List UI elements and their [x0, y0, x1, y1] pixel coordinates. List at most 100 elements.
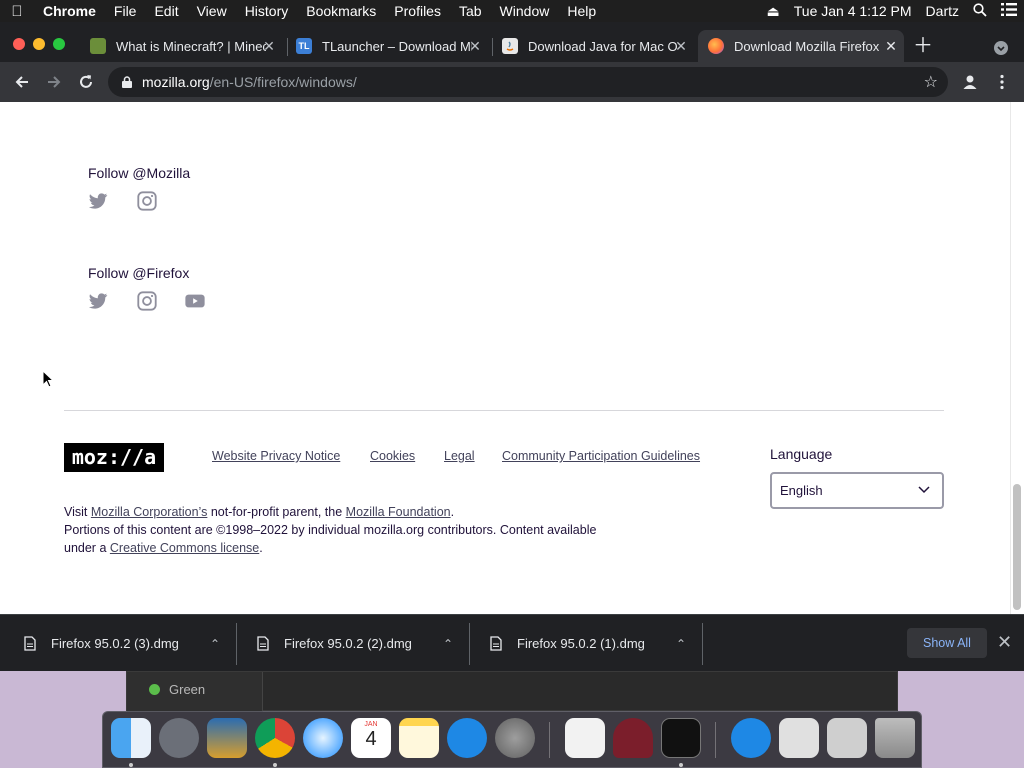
instagram-icon[interactable] [136, 190, 158, 212]
close-icon[interactable]: ✕ [260, 37, 278, 55]
bookmark-star-icon[interactable]: ☆ [924, 72, 938, 92]
chrome-menu-icon[interactable] [990, 70, 1014, 94]
chevron-up-icon[interactable]: ⌃ [210, 637, 220, 651]
system-preferences-icon[interactable] [495, 718, 535, 758]
creative-commons-link[interactable]: Creative Commons license [110, 541, 259, 555]
close-window-button[interactable] [13, 38, 25, 50]
safari-icon[interactable] [303, 718, 343, 758]
applications-folder-icon[interactable] [731, 718, 771, 758]
profile-avatar-icon[interactable] [958, 70, 982, 94]
download-separator [702, 623, 703, 665]
lock-icon[interactable] [122, 76, 132, 88]
twitter-icon[interactable] [87, 290, 109, 312]
documents-stack-icon[interactable] [827, 718, 867, 758]
new-tab-button[interactable]: ＋ [913, 36, 933, 56]
downloads-stack-icon[interactable] [779, 718, 819, 758]
tlauncher-icon: TL [296, 38, 312, 54]
chevron-down-icon [918, 486, 930, 494]
tab-minecraft[interactable]: What is Minecraft? | Minec ✕ [82, 30, 282, 62]
close-icon[interactable]: ✕ [882, 37, 900, 55]
download-item[interactable]: Firefox 95.0.2 (2).dmg ⌃ [257, 615, 453, 672]
calendar-icon[interactable]: JAN 4 [351, 718, 391, 758]
file-icon [24, 636, 36, 651]
close-icon[interactable]: ✕ [466, 37, 484, 55]
terminal-icon[interactable] [661, 718, 701, 758]
minimize-window-button[interactable] [33, 38, 45, 50]
menu-view[interactable]: View [188, 0, 236, 22]
photos-app-icon[interactable] [207, 718, 247, 758]
menubar-user[interactable]: Dartz [919, 3, 966, 19]
mozilla-logo[interactable]: moz://a [64, 443, 164, 472]
textedit-icon[interactable] [565, 718, 605, 758]
page-scrollbar[interactable] [1010, 102, 1024, 614]
download-shelf: Firefox 95.0.2 (3).dmg ⌃ Firefox 95.0.2 … [0, 614, 1024, 671]
instagram-icon[interactable] [136, 290, 158, 312]
footer-link-legal[interactable]: Legal [444, 449, 475, 463]
mozilla-foundation-link[interactable]: Mozilla Foundation [346, 505, 451, 519]
wine-icon[interactable] [613, 718, 653, 758]
legal-line-2: Portions of this content are ©1998–2022 … [64, 523, 597, 537]
tab-title: What is Minecraft? | Minec [116, 38, 266, 54]
chevron-up-icon[interactable]: ⌃ [676, 637, 686, 651]
download-separator [469, 623, 470, 665]
download-filename: Firefox 95.0.2 (2).dmg [284, 636, 412, 651]
apple-menu-icon[interactable]:  [0, 3, 34, 20]
footer-link-cookies[interactable]: Cookies [370, 449, 415, 463]
mozilla-corporation-link[interactable]: Mozilla Corporation’s [91, 505, 208, 519]
menu-history[interactable]: History [236, 0, 298, 22]
tab-title: Download Java for Mac OS [528, 38, 678, 54]
chevron-up-icon[interactable]: ⌃ [443, 637, 453, 651]
menu-profiles[interactable]: Profiles [385, 0, 450, 22]
legal-text: . [259, 541, 263, 555]
launchpad-icon[interactable] [159, 718, 199, 758]
menubar-clock[interactable]: Tue Jan 4 1:12 PM [787, 3, 919, 19]
footer-link-community-guidelines[interactable]: Community Participation Guidelines [502, 449, 700, 463]
download-item[interactable]: Firefox 95.0.2 (1).dmg ⌃ [490, 615, 686, 672]
twitter-icon[interactable] [87, 190, 109, 212]
spotlight-search-icon[interactable] [966, 2, 994, 20]
download-filename: Firefox 95.0.2 (3).dmg [51, 636, 179, 651]
menu-app-name[interactable]: Chrome [34, 0, 105, 22]
background-window[interactable]: Green [126, 671, 898, 712]
close-icon[interactable]: ✕ [672, 37, 690, 55]
menu-tab[interactable]: Tab [450, 0, 491, 22]
tab-java[interactable]: Download Java for Mac OS ✕ [494, 30, 694, 62]
address-bar[interactable]: mozilla.org/en-US/firefox/windows/ ☆ [108, 67, 948, 97]
chrome-icon[interactable] [255, 718, 295, 758]
forward-button[interactable] [42, 70, 66, 94]
url-host: mozilla.org [142, 74, 210, 90]
reload-button[interactable] [74, 70, 98, 94]
download-separator [236, 623, 237, 665]
youtube-icon[interactable] [184, 290, 206, 312]
download-item[interactable]: Firefox 95.0.2 (3).dmg ⌃ [24, 615, 220, 672]
tab-search-icon[interactable] [994, 41, 1008, 55]
legal-text: not-for-profit parent, the [210, 505, 343, 519]
file-icon [257, 636, 269, 651]
app-store-icon[interactable] [447, 718, 487, 758]
finder-icon[interactable] [111, 718, 151, 758]
legal-text: Visit [64, 505, 88, 519]
tab-firefox-active[interactable]: Download Mozilla Firefox ✕ [698, 30, 904, 62]
green-tag-icon [149, 684, 160, 695]
menu-window[interactable]: Window [491, 0, 559, 22]
back-button[interactable] [10, 70, 34, 94]
show-all-downloads-button[interactable]: Show All [907, 628, 987, 658]
notes-icon[interactable] [399, 718, 439, 758]
menu-file[interactable]: File [105, 0, 146, 22]
eject-icon[interactable]: ⏏ [760, 3, 787, 20]
control-center-icon[interactable] [994, 3, 1024, 19]
language-select[interactable]: English [770, 472, 944, 509]
close-shelf-icon[interactable]: ✕ [997, 631, 1012, 653]
legal-text: under a [64, 541, 107, 555]
menu-help[interactable]: Help [558, 0, 605, 22]
trash-icon[interactable] [875, 718, 915, 758]
scrollbar-thumb[interactable] [1013, 484, 1021, 610]
menu-bookmarks[interactable]: Bookmarks [297, 0, 385, 22]
web-page: Follow @Mozilla Follow @Firefox moz://a … [0, 102, 1024, 614]
zoom-window-button[interactable] [53, 38, 65, 50]
tab-tlauncher[interactable]: TL TLauncher – Download Min ✕ [288, 30, 488, 62]
menu-edit[interactable]: Edit [145, 0, 187, 22]
url-path: /en-US/firefox/windows/ [209, 74, 357, 90]
tab-strip: What is Minecraft? | Minec ✕ TL TLaunche… [0, 22, 1024, 62]
footer-link-privacy[interactable]: Website Privacy Notice [212, 449, 340, 463]
